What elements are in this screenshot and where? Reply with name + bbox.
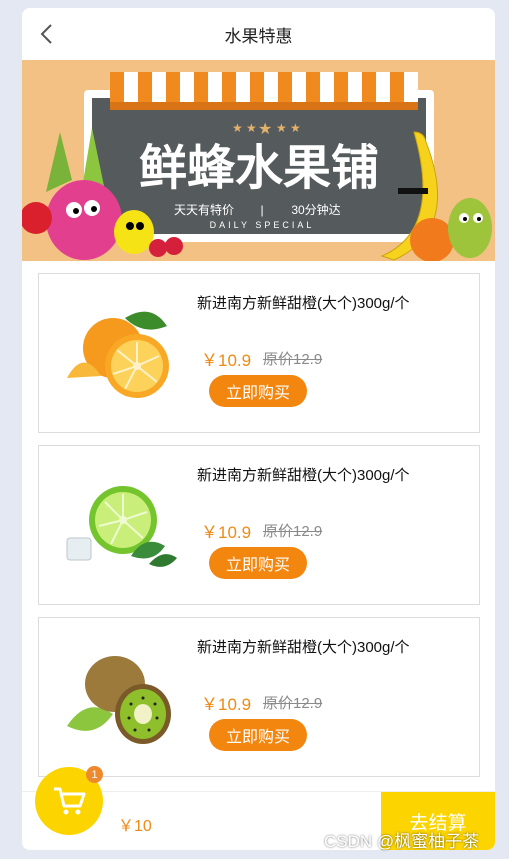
svg-text:★: ★: [276, 121, 287, 135]
svg-text:★: ★: [290, 121, 301, 135]
kiwi-icon: [67, 656, 171, 744]
svg-text:★: ★: [258, 119, 272, 138]
phone-screen: 水果特惠 ★ ★ ★ ★ ★ 鲜蜂水果铺 天天有特价 | 30分钟达 DAILY…: [22, 8, 495, 850]
product-price: ￥10.9: [201, 351, 252, 370]
product-name[interactable]: 新进南方新鲜甜橙(大个)300g/个: [197, 636, 410, 657]
lemon-icon: [114, 210, 154, 254]
svg-text:★: ★: [246, 121, 257, 135]
product-card[interactable]: 新进南方新鲜甜橙(大个)300g/个 ￥10.9 原价12.9 立即购买: [38, 445, 480, 605]
banner-slogan-left: 天天有特价: [174, 202, 234, 217]
back-button[interactable]: [36, 22, 60, 46]
banner-subtitle: DAILY SPECIAL: [210, 220, 315, 230]
product-original-price: 原价12.9: [263, 351, 323, 368]
cart-count-badge: 1: [86, 766, 103, 783]
banner-illustration: ★ ★ ★ ★ ★ 鲜蜂水果铺 天天有特价 | 30分钟达 DAILY SPEC…: [22, 72, 492, 261]
promo-banner: ★ ★ ★ ★ ★ 鲜蜂水果铺 天天有特价 | 30分钟达 DAILY SPEC…: [22, 60, 495, 261]
product-price: ￥10.9: [201, 523, 252, 542]
chevron-left-icon: [40, 24, 52, 44]
banner-slogan-right: 30分钟达: [291, 202, 340, 217]
orange-character-icon: [410, 218, 454, 261]
product-name[interactable]: 新进南方新鲜甜橙(大个)300g/个: [197, 292, 410, 313]
page-title: 水果特惠: [224, 26, 293, 46]
buy-now-button[interactable]: 立即购买: [209, 547, 307, 579]
cart-total: ￥10: [118, 818, 152, 835]
pear-icon: [448, 198, 492, 258]
svg-text:★: ★: [232, 121, 243, 135]
cart-icon: [54, 787, 86, 815]
orange-icon: [67, 311, 169, 398]
product-price: ￥10.9: [201, 695, 252, 714]
buy-now-button[interactable]: 立即购买: [209, 375, 307, 407]
product-original-price: 原价12.9: [263, 695, 323, 712]
buy-now-button[interactable]: 立即购买: [209, 719, 307, 751]
banner-title: 鲜蜂水果铺: [139, 142, 379, 195]
awning-graphic: [110, 72, 418, 110]
product-card[interactable]: 新进南方新鲜甜橙(大个)300g/个 ￥10.9 原价12.9 立即购买: [38, 273, 480, 433]
product-name[interactable]: 新进南方新鲜甜橙(大个)300g/个: [197, 464, 410, 485]
product-card[interactable]: 新进南方新鲜甜橙(大个)300g/个 ￥10.9 原价12.9 立即购买: [38, 617, 480, 777]
product-original-price: 原价12.9: [263, 523, 323, 540]
header-bar: 水果特惠: [22, 8, 495, 60]
watermark: CSDN @枫蜜柚子茶: [324, 832, 480, 851]
banner-divider: |: [260, 203, 263, 217]
lime-icon: [66, 486, 177, 567]
